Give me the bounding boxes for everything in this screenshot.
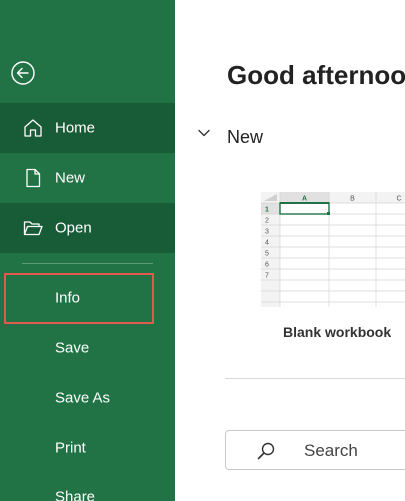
sidebar-item-label: Save <box>55 339 90 357</box>
search-box[interactable] <box>225 430 405 470</box>
back-button[interactable] <box>7 57 39 89</box>
column-header: A <box>302 196 307 203</box>
row-header: 2 <box>265 218 269 225</box>
sidebar-item-label: New <box>55 169 86 187</box>
sidebar-divider <box>22 263 153 264</box>
sidebar-item-new[interactable]: New <box>0 153 175 203</box>
row-header: 6 <box>265 262 269 269</box>
row-header: 7 <box>265 273 269 280</box>
sidebar-item-home[interactable]: Home <box>0 103 175 153</box>
blank-workbook-template[interactable]: A B C 1 2 3 4 5 6 7 <box>261 192 405 307</box>
sidebar-item-save[interactable]: Save <box>0 323 175 373</box>
column-header: C <box>396 196 401 203</box>
sidebar-item-open[interactable]: Open <box>0 203 175 253</box>
chevron-down-icon <box>198 129 210 137</box>
row-header: 4 <box>265 240 269 247</box>
sidebar-item-label: Info <box>55 289 81 307</box>
backstage-sidebar: Home New Open Info Save Save As Print Sh… <box>0 0 175 501</box>
sidebar-item-print[interactable]: Print <box>0 423 175 473</box>
sidebar-item-info[interactable]: Info <box>0 273 175 323</box>
backstage-main: Good afternoo New A B C 1 2 3 4 5 6 7 Bl… <box>175 0 405 501</box>
back-arrow-icon <box>11 61 35 85</box>
new-document-icon <box>26 168 41 188</box>
row-header: 3 <box>265 229 269 236</box>
spreadsheet-thumbnail: A B C 1 2 3 4 5 6 7 <box>261 192 405 307</box>
folder-open-icon <box>23 221 43 236</box>
sidebar-item-label: Home <box>55 119 96 137</box>
row-header: 1 <box>265 207 269 214</box>
sidebar-item-save-as[interactable]: Save As <box>0 373 175 423</box>
sidebar-item-label: Share <box>55 488 96 501</box>
page-title: Good afternoo <box>227 60 405 90</box>
template-label: Blank workbook <box>283 324 392 340</box>
sidebar-item-share[interactable]: Share <box>0 472 175 501</box>
search-input[interactable] <box>304 437 405 465</box>
section-title: New <box>227 127 264 147</box>
home-icon <box>24 119 42 137</box>
sidebar-item-label: Save As <box>55 389 111 407</box>
row-header: 5 <box>265 251 269 258</box>
column-header: B <box>350 196 355 203</box>
search-icon <box>257 442 275 460</box>
section-divider <box>225 378 405 379</box>
sidebar-item-label: Open <box>55 219 92 237</box>
sidebar-item-label: Print <box>55 439 86 457</box>
section-collapse-toggle[interactable] <box>197 126 211 140</box>
